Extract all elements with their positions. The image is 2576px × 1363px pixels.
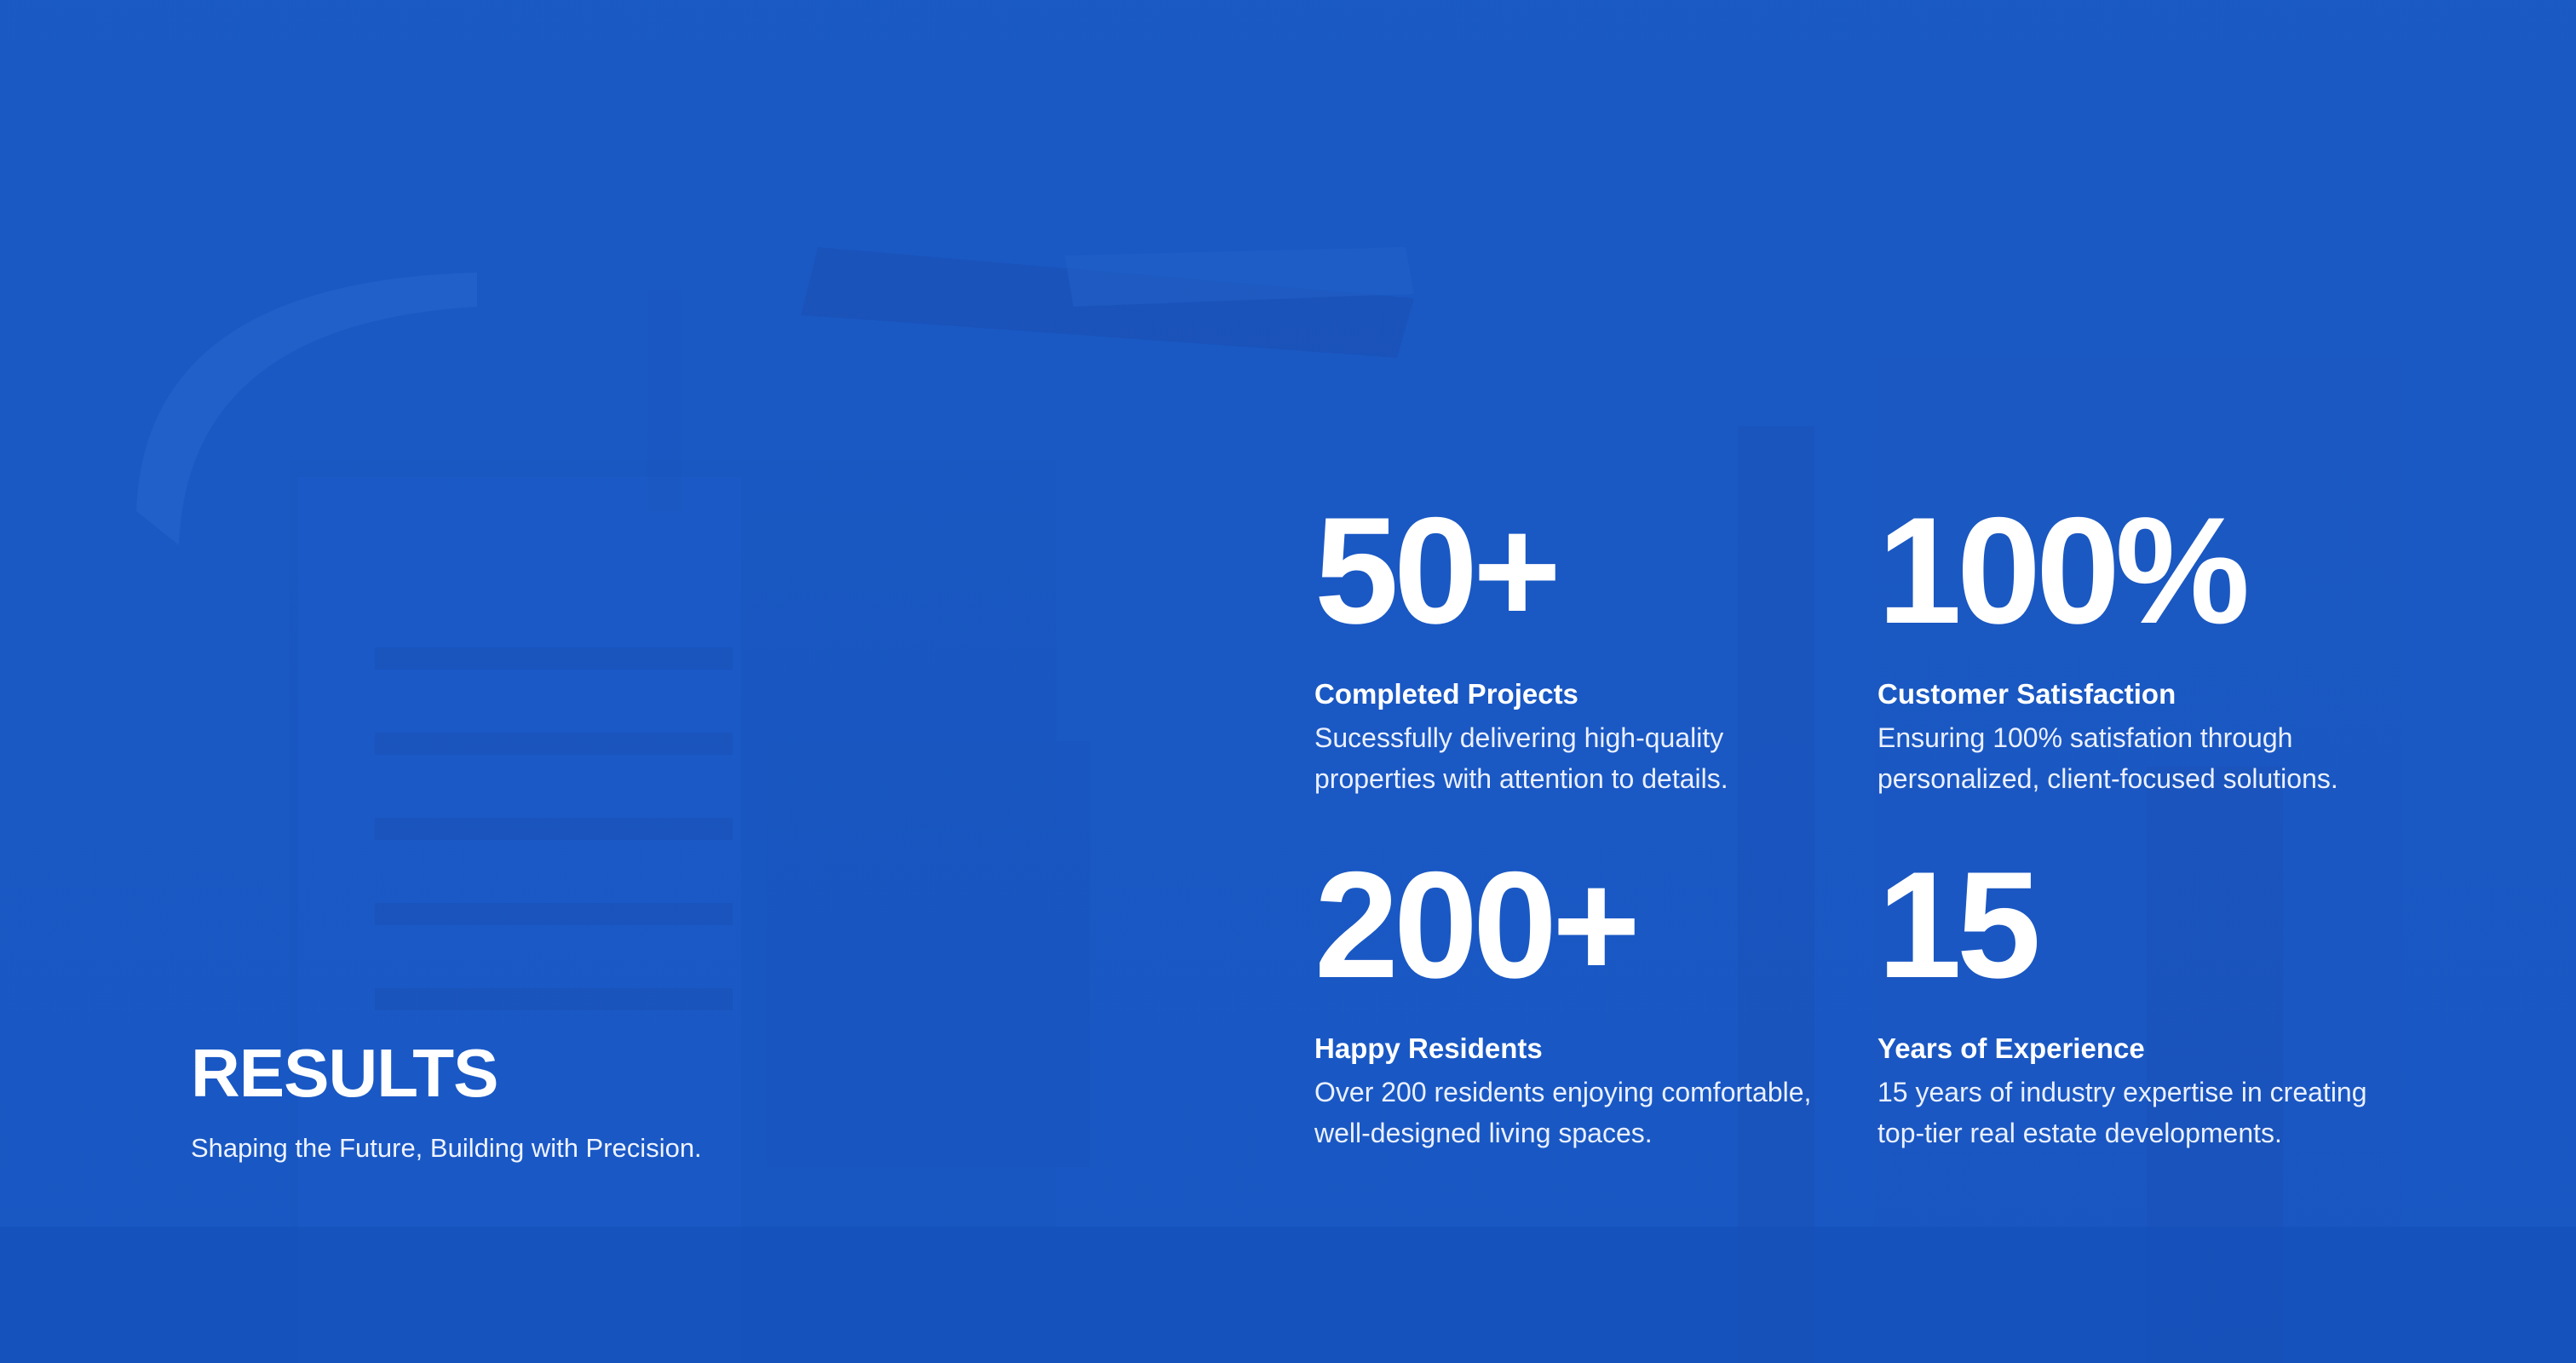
stat-description: Sucessfully delivering high-quality prop… [1314,722,1728,794]
section-subtitle: Shaping the Future, Building with Precis… [191,1133,702,1163]
stat-description: Over 200 residents enjoying comfortable,… [1314,1077,1812,1148]
stat-description: Ensuring 100% satisfation through person… [1877,722,2338,794]
stat-description: 15 years of industry expertise in creati… [1877,1077,2367,1148]
stat-happy-residents: 200+ Happy Residents Over 200 residents … [1314,848,1843,1153]
stat-label: Customer Satisfaction [1877,678,2176,710]
stat-years-experience: 15 Years of Experience 15 years of indus… [1877,848,2406,1153]
stat-value: 100% [1877,486,2250,655]
stat-value: 50+ [1314,486,1561,655]
stats-grid: 50+ Completed Projects Sucessfully deliv… [1314,494,2422,1159]
stat-value: 15 [1877,840,2041,1009]
results-section: RESULTS Shaping the Future, Building wit… [0,0,2576,1363]
stat-customer-satisfaction: 100% Customer Satisfaction Ensuring 100%… [1877,494,2406,799]
stat-label: Years of Experience [1877,1032,2145,1064]
stat-label: Happy Residents [1314,1032,1543,1064]
results-intro: RESULTS Shaping the Future, Building wit… [191,1032,957,1165]
stat-label: Completed Projects [1314,678,1578,710]
stat-value: 200+ [1314,840,1641,1009]
stat-completed-projects: 50+ Completed Projects Sucessfully deliv… [1314,494,1843,799]
section-title: RESULTS [191,1035,498,1111]
